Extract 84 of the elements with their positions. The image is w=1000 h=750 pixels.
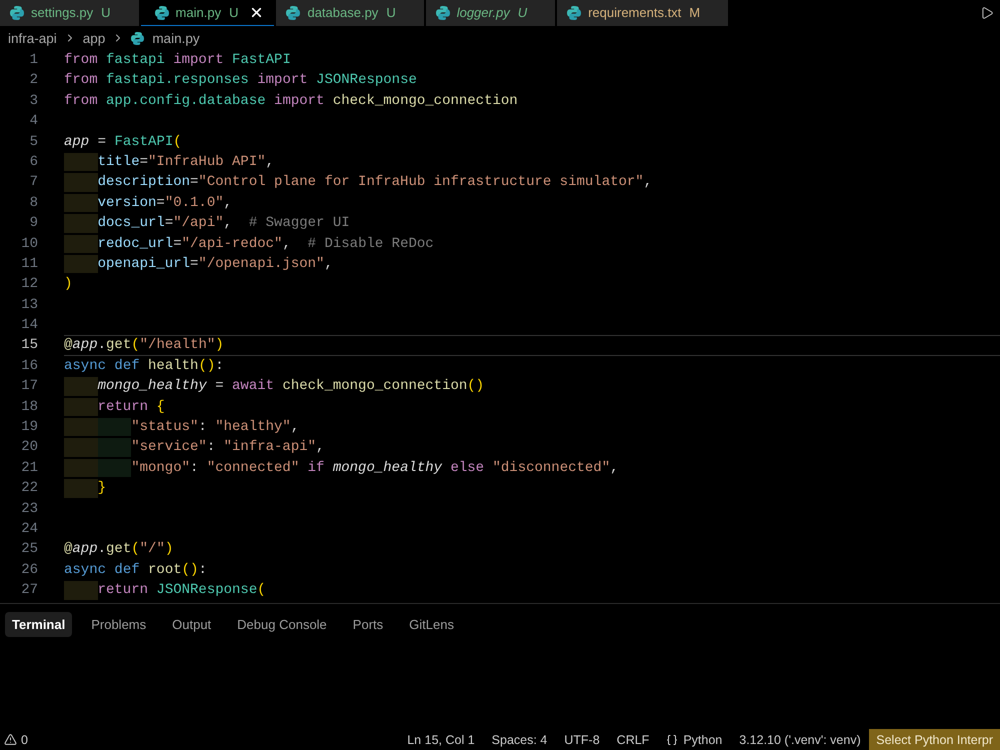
code-line: docs_url="/api", # Swagger UI [98, 214, 350, 233]
line-number: 24 [20, 520, 38, 539]
line-number: 22 [20, 479, 38, 498]
line-number: 3 [28, 92, 38, 111]
line-number: 18 [20, 398, 38, 417]
line-number: 10 [20, 234, 38, 254]
editor-tab[interactable]: settings.py U [0, 0, 139, 26]
panel-tab[interactable]: Problems [84, 612, 154, 637]
play-icon [980, 6, 994, 20]
code-line: from fastapi import FastAPI [64, 51, 291, 70]
line-number: 14 [20, 316, 38, 336]
code-line: return JSONResponse( [98, 581, 266, 600]
line-number: 1 [28, 51, 38, 70]
line-number: 16 [20, 356, 38, 376]
code-line: "mongo": "connected" if mongo_healthy else "disconnected", [131, 458, 619, 478]
git-status-letter: U [101, 6, 111, 20]
interpreter-select-button[interactable]: Select Python Interpr [869, 729, 1000, 750]
line-number: 8 [28, 194, 38, 213]
line-number: 23 [20, 500, 38, 519]
code-line: app = FastAPI( [64, 132, 182, 151]
status-bar-item[interactable]: Ln 15, Col 1 [398, 729, 484, 750]
panel-tab[interactable]: Output [165, 612, 218, 637]
code-line: "status": "healthy", [131, 418, 300, 436]
code-line: return { [98, 398, 165, 416]
python-icon [436, 6, 450, 20]
git-status-letter: U [229, 6, 238, 20]
line-number: 15 [20, 336, 38, 356]
editor-tab[interactable]: logger.py U [426, 0, 556, 26]
code-line: from app.config.database import check_mongo_connection [64, 92, 518, 110]
braces-icon [666, 734, 678, 746]
code-line: description="Control plane for InfraHub infrastructure simulator", [98, 173, 652, 192]
git-status-letter: U [518, 6, 528, 20]
breadcrumb-item[interactable]: main.py [131, 30, 200, 46]
line-number: 20 [20, 438, 38, 458]
status-bar-item[interactable]: Spaces: 4 [483, 729, 556, 750]
python-icon [131, 32, 144, 44]
code-line: version="0.1.0", [98, 194, 232, 212]
line-number: 4 [28, 112, 38, 132]
line-number: 26 [20, 560, 38, 580]
line-number: 12 [20, 275, 38, 294]
line-number: 27 [20, 581, 38, 600]
line-number: 25 [20, 540, 38, 560]
line-number: 6 [28, 152, 38, 172]
line-number: 11 [20, 254, 38, 274]
code-line: "service": "infra-api", [131, 438, 324, 457]
status-bar-item[interactable]: CRLF [608, 729, 658, 750]
breadcrumb-item[interactable]: infra-api [8, 30, 57, 46]
code-line: mongo_healthy = await check_mongo_connection() [98, 377, 484, 396]
language-mode-item[interactable]: Python [658, 729, 731, 750]
editor-tab[interactable]: requirements.txt M [557, 0, 728, 26]
git-status-letter: U [386, 6, 396, 20]
code-line: from fastapi.responses import JSONResponse [64, 71, 417, 90]
git-status-letter: M [689, 6, 700, 20]
code-line: @app.get("/") [64, 540, 174, 559]
line-number: 17 [20, 377, 38, 396]
status-bar-item[interactable]: 3.12.10 ('.venv': venv) [730, 729, 870, 750]
breadcrumb-item[interactable]: app [82, 30, 106, 46]
line-number: 13 [20, 296, 38, 315]
python-icon [286, 6, 300, 20]
python-icon [10, 6, 24, 20]
python-icon [567, 6, 582, 20]
line-number: 21 [20, 458, 38, 478]
panel-tab[interactable]: Debug Console [230, 612, 334, 637]
code-line: async def root(): [64, 560, 207, 580]
panel-tab[interactable]: GitLens [402, 612, 461, 637]
code-line: redoc_url="/api-redoc", # Disable ReDoc [98, 234, 434, 253]
line-number: 2 [28, 71, 38, 90]
code-line: title="InfraHub API", [98, 152, 274, 172]
python-icon [154, 6, 169, 20]
code-line: ) [64, 275, 72, 294]
line-number: 19 [20, 418, 38, 438]
line-number: 5 [28, 132, 38, 152]
warning-icon [4, 733, 17, 746]
code-line: openapi_url="/openapi.json", [98, 254, 333, 274]
status-bar-item[interactable]: UTF-8 [556, 729, 608, 750]
line-number: 9 [28, 214, 38, 234]
panel-tab[interactable]: Terminal [5, 612, 72, 637]
editor-tab[interactable]: database.py U [276, 0, 424, 26]
code-line: } [98, 479, 106, 498]
panel-tab[interactable]: Ports [346, 612, 390, 637]
code-line: async def health(): [64, 356, 224, 376]
problems-indicator[interactable]: 0 [0, 729, 32, 750]
line-number: 7 [28, 173, 38, 192]
code-line: @app.get("/health") [64, 336, 224, 355]
